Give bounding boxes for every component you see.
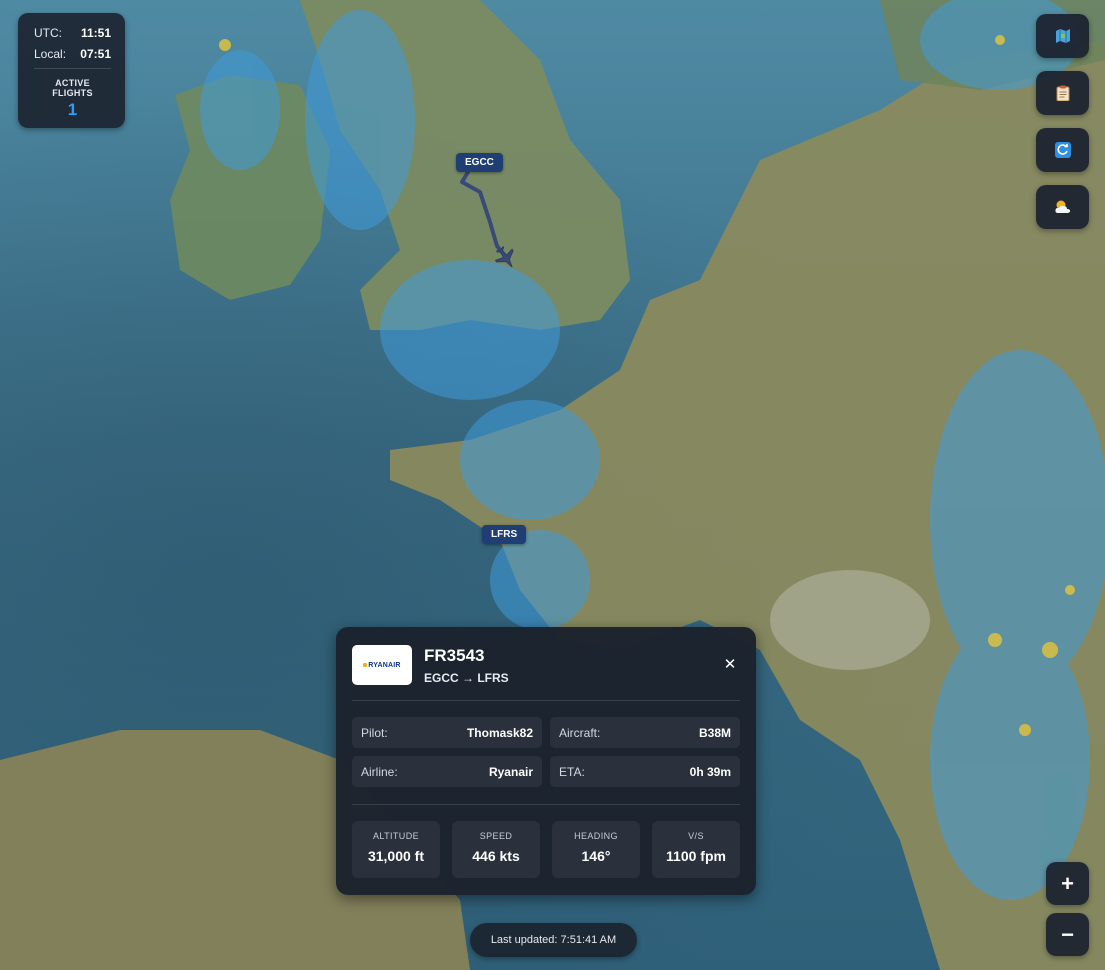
aircraft-field: Aircraft: B38M [550, 717, 740, 748]
ryanair-harp-icon [363, 663, 368, 667]
flight-callsign: FR3543 [424, 646, 485, 665]
arrival-airport-tag[interactable]: LFRS [482, 525, 527, 544]
local-label: Local: [34, 47, 67, 61]
flight-route: EGCC → LFRS [424, 671, 509, 685]
active-flights-count: 1 [67, 100, 78, 119]
flight-route-line [460, 170, 508, 259]
vertical-speed-label: V/S [688, 831, 704, 841]
clipboard-icon [1056, 85, 1069, 101]
utc-row: UTC: 11:51 [34, 26, 111, 47]
departure-airport-tag[interactable]: EGCC [456, 153, 503, 172]
airline-field: Airline: Ryanair [352, 756, 542, 787]
vertical-speed-value: 1100 fpm [666, 848, 726, 864]
airline-label: Airline: [361, 764, 398, 779]
airline-logo-text: RYANAIR [368, 661, 401, 669]
pilot-field: Pilot: Thomask82 [352, 717, 542, 748]
eta-label: ETA: [559, 764, 585, 779]
airline-value: Ryanair [488, 764, 533, 779]
weather-icon [1054, 200, 1070, 213]
speed-label: SPEED [479, 831, 513, 841]
speed-stat: SPEED 446 kts [452, 821, 540, 878]
altitude-label: ALTITUDE [372, 831, 420, 841]
refresh-icon [1054, 142, 1071, 158]
panel-divider [352, 700, 740, 701]
aircraft-label: Aircraft: [559, 725, 601, 740]
altitude-value: 31,000 ft [367, 848, 425, 864]
map-icon [1055, 29, 1070, 43]
heading-label: HEADING [574, 831, 618, 841]
airline-logo: RYANAIR [352, 645, 412, 685]
flight-info-panel: RYANAIR FR3543 EGCC → LFRS ✕ Pilot: Thom… [336, 627, 756, 895]
vertical-speed-stat: V/S 1100 fpm [652, 821, 740, 878]
altitude-stat: ALTITUDE 31,000 ft [352, 821, 440, 878]
utc-label: UTC: [34, 26, 62, 40]
local-row: Local: 07:51 [34, 47, 111, 68]
map-layer-button[interactable] [1036, 14, 1089, 58]
pilot-value: Thomask82 [466, 725, 533, 740]
close-icon[interactable]: ✕ [720, 655, 740, 675]
clock-panel: UTC: 11:51 Local: 07:51 ACTIVE FLIGHTS 1 [18, 13, 125, 128]
refresh-button[interactable] [1036, 128, 1089, 172]
panel-divider [352, 804, 740, 805]
zoom-in-button[interactable]: + [1046, 862, 1089, 905]
heading-value: 146° [581, 848, 611, 864]
eta-field: ETA: 0h 39m [550, 756, 740, 787]
zoom-out-button[interactable]: − [1046, 913, 1089, 956]
active-flights-label: ACTIVE FLIGHTS [52, 78, 93, 98]
clock-divider [34, 68, 111, 69]
speed-value: 446 kts [472, 848, 520, 864]
pilot-label: Pilot: [361, 725, 388, 740]
aircraft-value: B38M [698, 725, 731, 740]
utc-time: 11:51 [80, 26, 111, 40]
eta-value: 0h 39m [689, 764, 731, 779]
heading-stat: HEADING 146° [552, 821, 640, 878]
flight-log-button[interactable] [1036, 71, 1089, 115]
last-updated-badge: Last updated: 7:51:41 AM [470, 923, 637, 957]
weather-button[interactable] [1036, 185, 1089, 229]
local-time: 07:51 [80, 47, 111, 61]
